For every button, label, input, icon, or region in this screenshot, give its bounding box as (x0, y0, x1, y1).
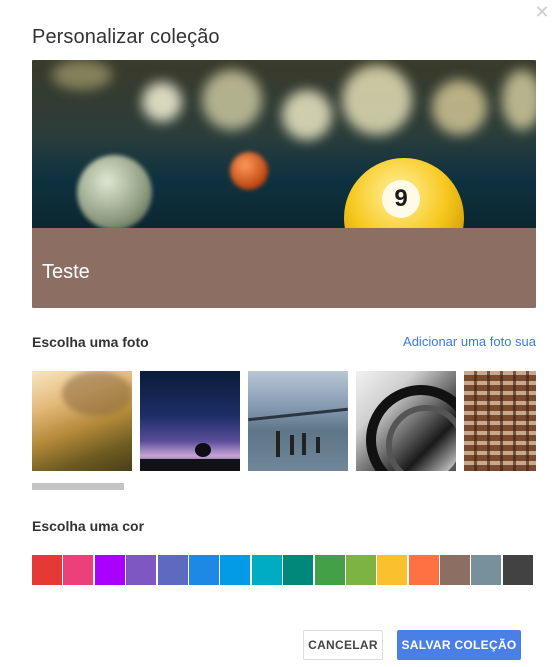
pool-ball-nine: 9 (344, 158, 464, 228)
color-swatch[interactable] (377, 555, 408, 585)
color-swatch[interactable] (408, 555, 439, 585)
ball-number: 9 (394, 185, 408, 212)
photo-option[interactable] (464, 371, 536, 471)
bokeh-light (52, 60, 112, 90)
photo-option[interactable] (140, 371, 240, 471)
choose-photo-label: Escolha uma foto (32, 334, 149, 350)
color-swatch[interactable] (345, 555, 376, 585)
bokeh-light (342, 65, 412, 135)
bokeh-light (202, 70, 262, 130)
pool-ball-orange (230, 152, 268, 190)
photo-option[interactable] (32, 371, 132, 471)
color-swatch[interactable] (188, 555, 219, 585)
color-swatch[interactable] (283, 555, 314, 585)
pool-ball-white (77, 155, 152, 228)
photo-option[interactable] (248, 371, 348, 471)
color-swatch[interactable] (126, 555, 157, 585)
color-band: Teste (32, 228, 536, 308)
color-swatch[interactable] (157, 555, 188, 585)
collection-title: Teste (42, 261, 90, 283)
bokeh-light (432, 80, 487, 135)
collection-header-preview: 9 Teste (32, 60, 536, 308)
choose-color-label: Escolha uma cor (32, 518, 145, 534)
color-swatches (32, 555, 534, 585)
color-swatch[interactable] (220, 555, 251, 585)
add-own-photo-link[interactable]: Adicionar uma foto sua (403, 334, 536, 349)
color-swatch[interactable] (251, 555, 282, 585)
photo-scrollbar[interactable] (32, 483, 124, 490)
photo-options (32, 371, 536, 471)
color-swatch[interactable] (471, 555, 502, 585)
color-swatch[interactable] (63, 555, 94, 585)
photo-option[interactable] (356, 371, 456, 471)
color-swatch[interactable] (502, 555, 533, 585)
bokeh-light (142, 82, 182, 122)
cancel-button[interactable]: CANCELAR (303, 630, 383, 660)
color-swatch[interactable] (440, 555, 471, 585)
bokeh-light (282, 90, 332, 140)
close-icon[interactable]: ✕ (534, 3, 550, 21)
color-swatch[interactable] (32, 555, 62, 585)
bokeh-light (502, 70, 536, 130)
header-photo: 9 (32, 60, 536, 228)
save-collection-button[interactable]: SALVAR COLEÇÃO (397, 630, 521, 660)
color-swatch[interactable] (314, 555, 345, 585)
dialog-title: Personalizar coleção (32, 26, 220, 48)
color-swatch[interactable] (94, 555, 125, 585)
